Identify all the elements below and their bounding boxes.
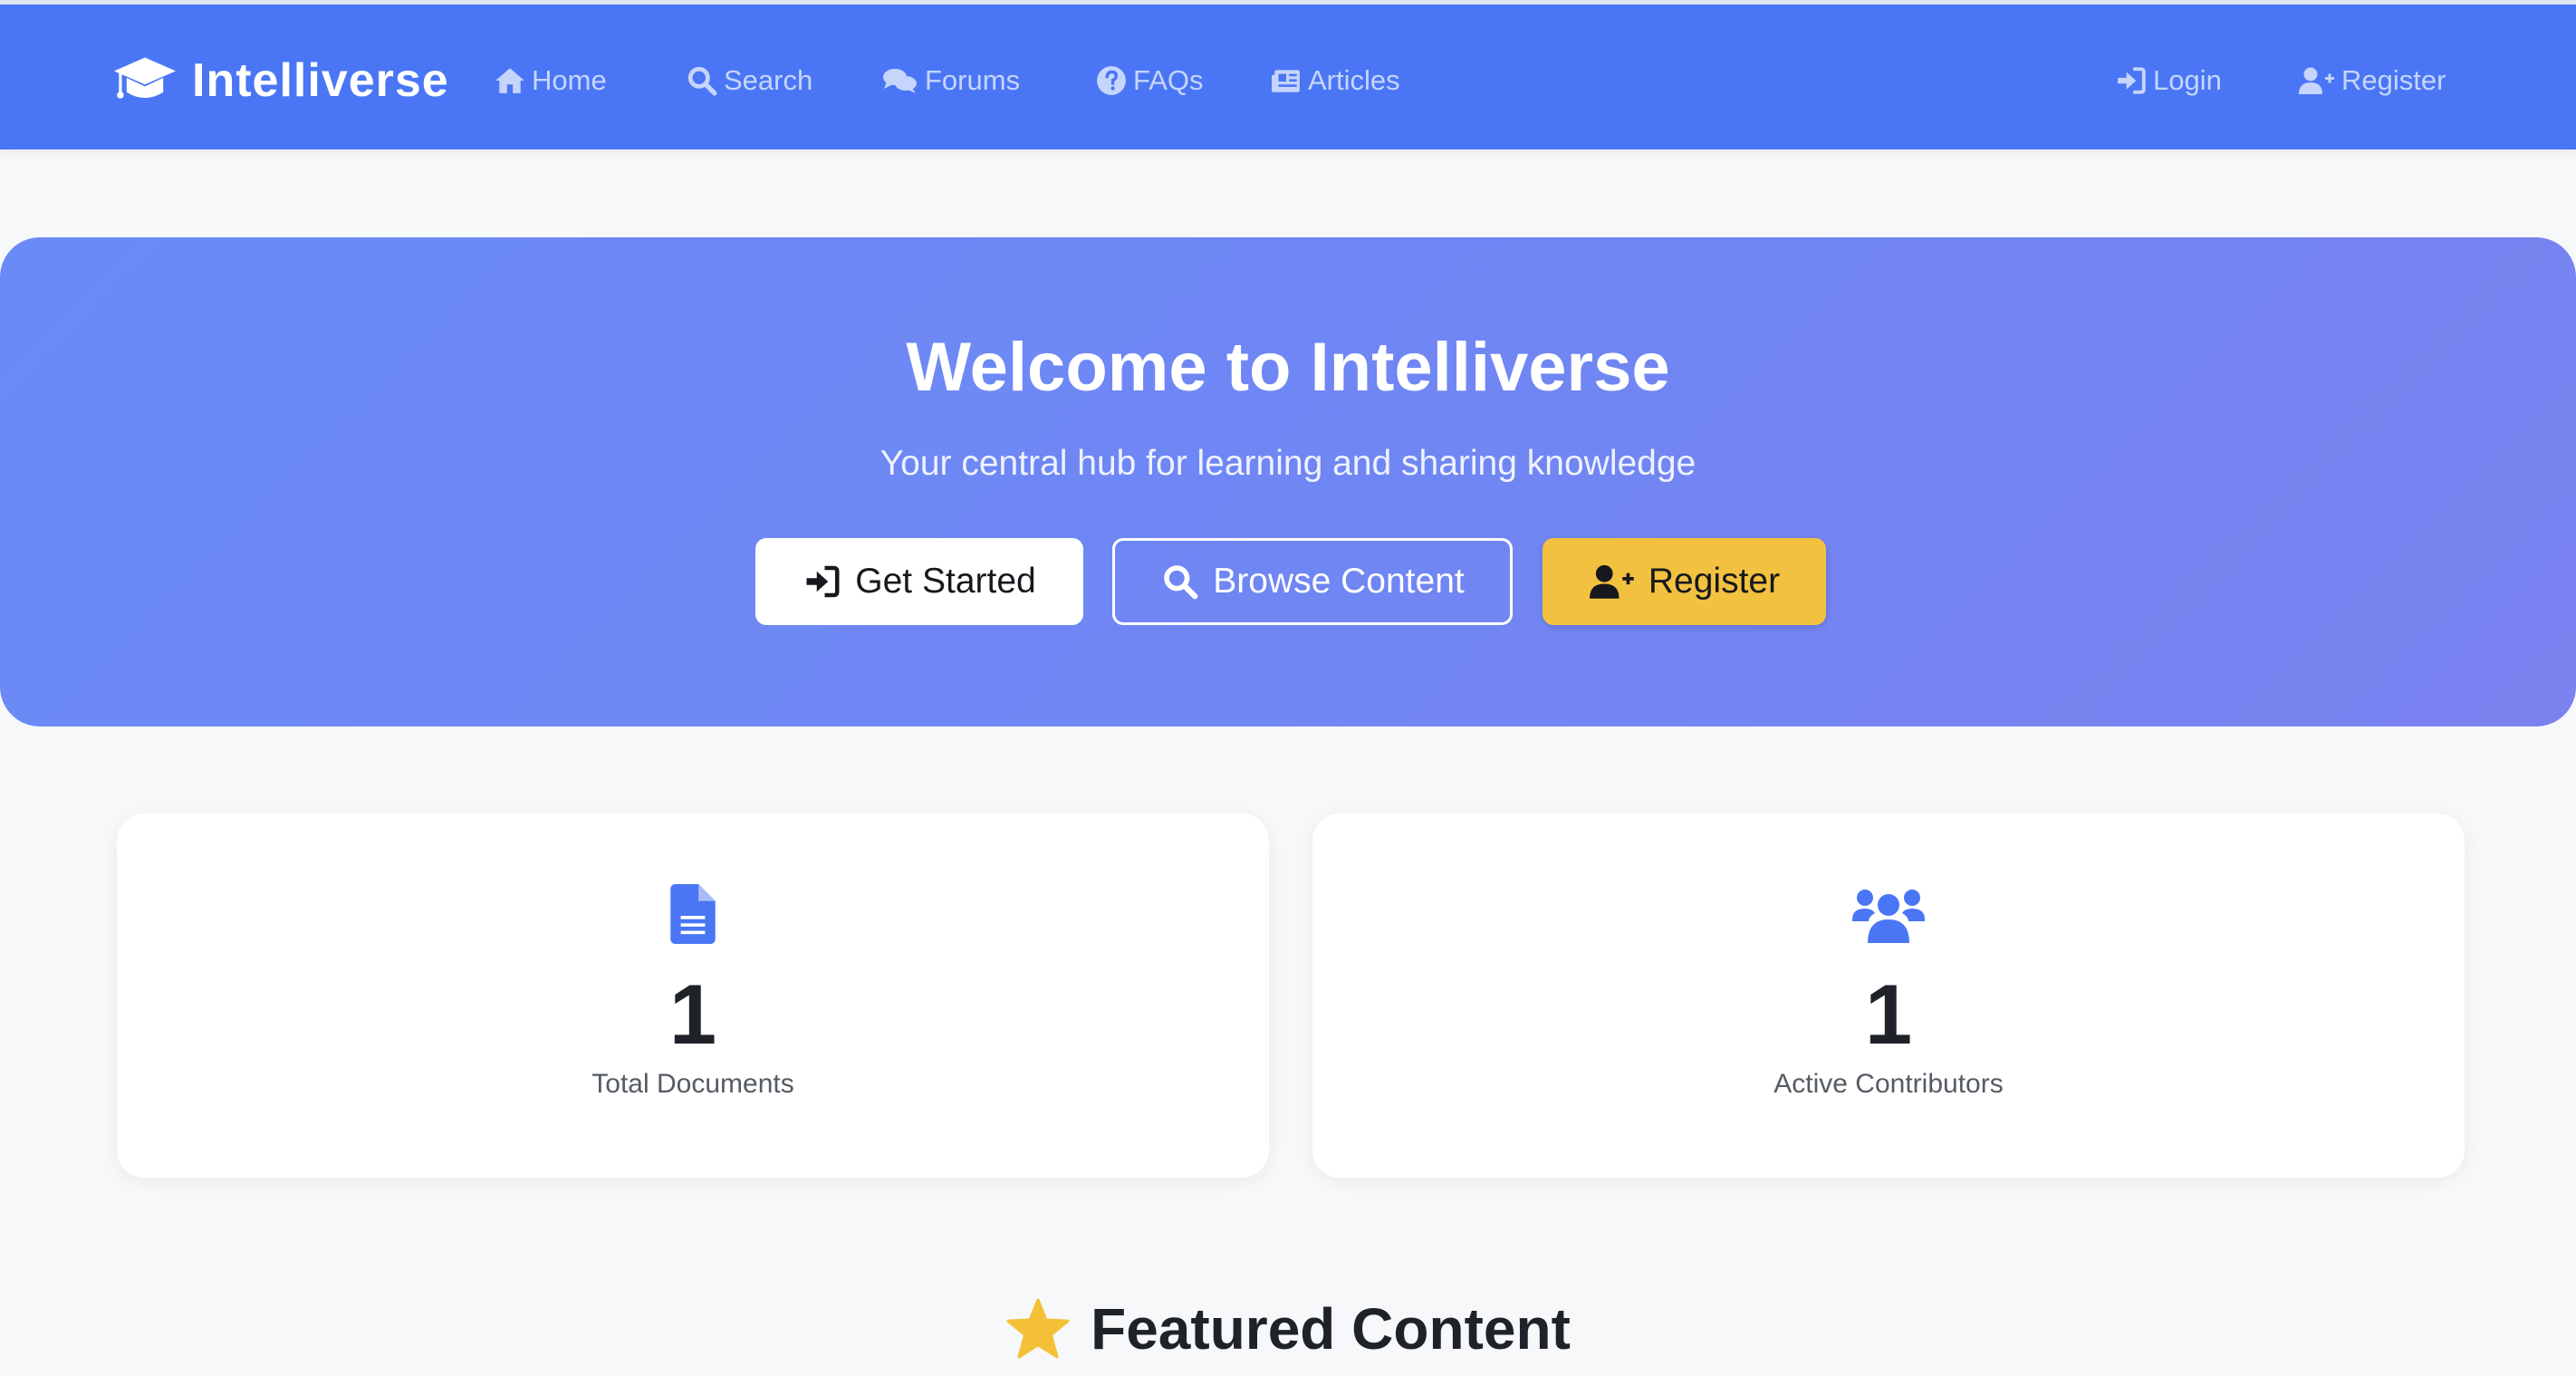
nav-faqs-label: FAQs <box>1133 64 1204 96</box>
total-documents-value: 1 <box>668 967 717 1062</box>
nav-login-label: Login <box>2153 64 2222 96</box>
nav-articles-label: Articles <box>1308 64 1400 96</box>
nav-login[interactable]: Login <box>2116 61 2222 101</box>
nav-home[interactable]: Home <box>495 61 607 101</box>
user-plus-icon <box>2299 67 2334 94</box>
brand[interactable]: Intelliverse <box>114 52 449 110</box>
browse-content-button[interactable]: Browse Content <box>1112 538 1513 625</box>
star-icon <box>1006 1298 1070 1359</box>
sign-in-icon <box>806 565 840 598</box>
register-button-label: Register <box>1648 562 1781 601</box>
nav-search-label: Search <box>724 64 813 96</box>
get-started-button[interactable]: Get Started <box>755 538 1083 625</box>
nav-faqs[interactable]: FAQs <box>1096 61 1204 101</box>
users-icon <box>1852 890 1925 943</box>
hero-subtitle: Your central hub for learning and sharin… <box>879 444 1697 483</box>
nav-search[interactable]: Search <box>687 61 812 101</box>
user-plus-icon <box>1589 564 1634 599</box>
stat-card-contributors: 1 Active Contributors <box>1312 813 2465 1178</box>
nav-home-label: Home <box>532 64 607 96</box>
nav-register[interactable]: Register <box>2299 61 2446 101</box>
home-icon <box>495 68 524 93</box>
nav-forums-label: Forums <box>925 64 1021 96</box>
stat-card-documents: 1 Total Documents <box>117 813 1269 1178</box>
brand-name: Intelliverse <box>192 54 449 107</box>
get-started-label: Get Started <box>855 562 1036 601</box>
nav-articles[interactable]: Articles <box>1271 61 1400 101</box>
navbar: Intelliverse Home Search Forums FAQs Art… <box>0 5 2576 149</box>
document-icon <box>670 884 716 944</box>
active-contributors-label: Active Contributors <box>1773 1069 2004 1099</box>
nav-forums[interactable]: Forums <box>882 61 1020 101</box>
register-button[interactable]: Register <box>1543 538 1826 625</box>
sign-in-icon <box>2118 67 2146 94</box>
graduation-cap-icon <box>114 57 176 99</box>
hero-title: Welcome to Intelliverse <box>906 329 1670 406</box>
newspaper-icon <box>1272 70 1300 92</box>
question-circle-icon <box>1097 66 1126 95</box>
featured-content-title: Featured Content <box>1091 1296 1571 1362</box>
comments-icon <box>883 69 917 93</box>
total-documents-label: Total Documents <box>591 1069 794 1099</box>
hero-banner: Welcome to Intelliverse Your central hub… <box>0 237 2576 726</box>
nav-register-label: Register <box>2341 64 2446 96</box>
search-icon <box>1164 565 1198 600</box>
active-contributors-value: 1 <box>1864 967 1913 1062</box>
featured-content-heading: Featured Content <box>0 1293 2576 1365</box>
search-icon <box>687 66 717 96</box>
browse-content-label: Browse Content <box>1213 562 1465 601</box>
